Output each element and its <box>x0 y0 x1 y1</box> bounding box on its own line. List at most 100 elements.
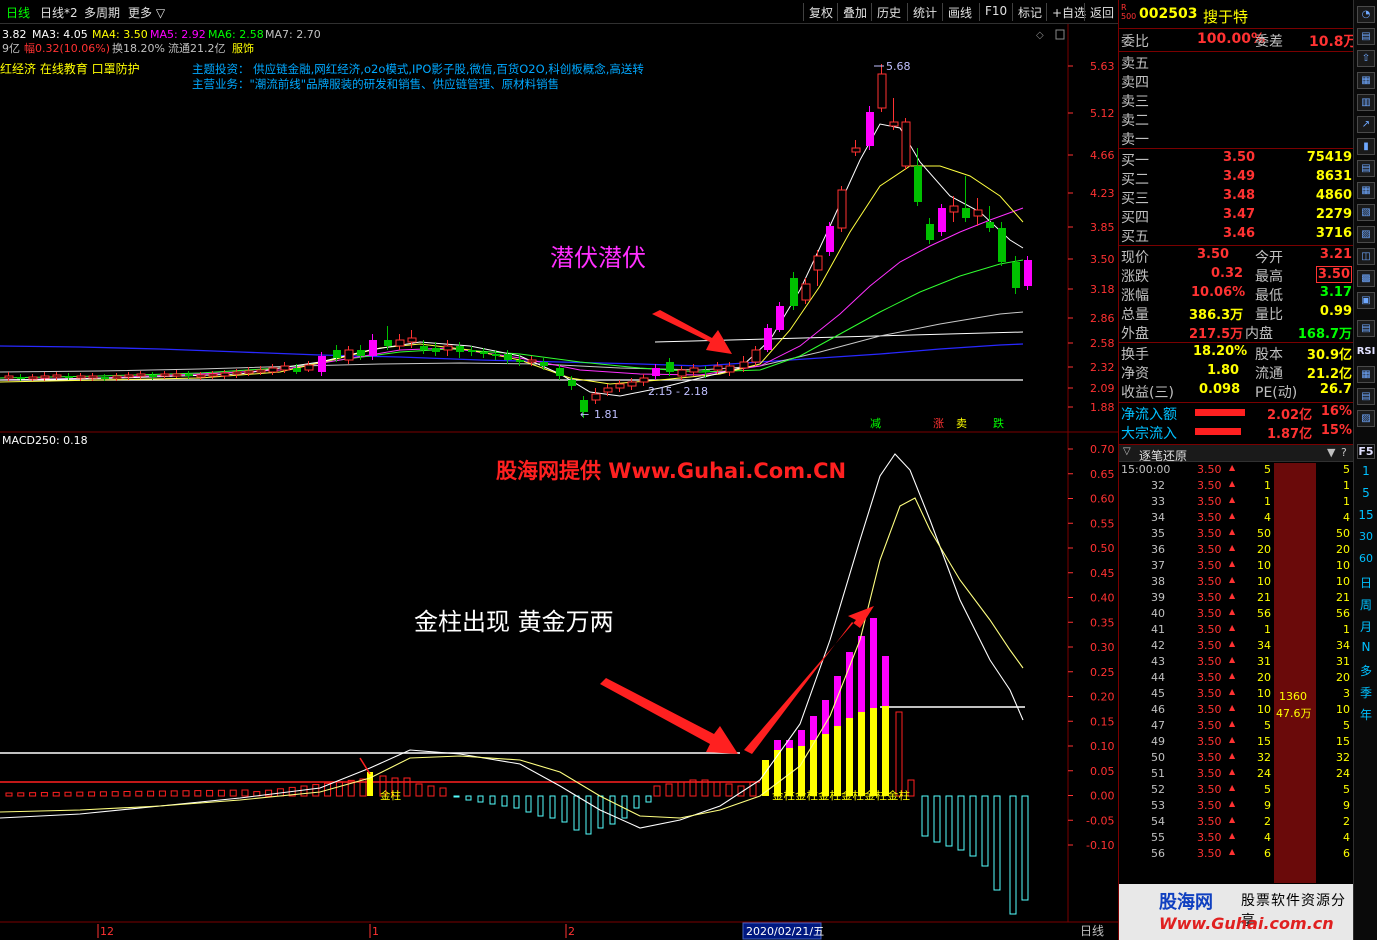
sell5-row[interactable]: 卖五 <box>1119 53 1354 72</box>
rsi-tab[interactable]: RSI <box>1354 346 1377 357</box>
f10-button[interactable]: F10 <box>979 3 1012 21</box>
tick-row[interactable]: 38 3.50 ▲ 10 10 <box>1119 575 1354 591</box>
candle-body <box>639 377 649 383</box>
candle-body <box>124 374 134 378</box>
tick-row[interactable]: 49 3.50 ▲ 15 15 <box>1119 735 1354 751</box>
toolbar-icon-4[interactable]: ▦ <box>1357 72 1375 89</box>
overlay-button[interactable]: 叠加 <box>837 3 872 21</box>
period-week-tab[interactable]: 周 <box>1354 596 1377 613</box>
toolbar-icon-3[interactable]: ⇧ <box>1357 50 1375 67</box>
candle-body <box>516 360 524 362</box>
tick-row[interactable]: 50 3.50 ▲ 32 32 <box>1119 751 1354 767</box>
square-icon[interactable] <box>1055 29 1065 40</box>
toolbar-icon-17[interactable]: ▤ <box>1357 388 1375 405</box>
back-button[interactable]: 返回 <box>1084 3 1119 21</box>
diamond-icon[interactable]: ◇ <box>1036 30 1044 41</box>
tick-row[interactable]: 44 3.50 ▲ 20 20 <box>1119 671 1354 687</box>
sell4-row[interactable]: 卖四 <box>1119 72 1354 91</box>
period-year-tab[interactable]: 年 <box>1354 706 1377 723</box>
period-15-tab[interactable]: 15 <box>1354 508 1377 522</box>
tick-row[interactable]: 47 3.50 ▲ 5 5 <box>1119 719 1354 735</box>
candle-icon[interactable]: ▮ <box>1357 138 1375 155</box>
period-month-tab[interactable]: 月 <box>1354 618 1377 635</box>
tick-row[interactable]: 15:00:00 3.50 ▲ 5 5 <box>1119 463 1354 479</box>
macd-bar <box>206 789 214 797</box>
toolbar-icon-1[interactable]: ◔ <box>1357 6 1375 23</box>
tick-row[interactable]: 40 3.50 ▲ 56 56 <box>1119 607 1354 623</box>
tick-row[interactable]: 36 3.50 ▲ 20 20 <box>1119 543 1354 559</box>
buy1-row[interactable]: 买一 3.50 75419 <box>1119 150 1354 169</box>
help-icon[interactable]: ? <box>1341 446 1347 459</box>
period-day-tab[interactable]: 日 <box>1354 574 1377 591</box>
tick-row[interactable]: 42 3.50 ▲ 34 34 <box>1119 639 1354 655</box>
toolbar-icon-10[interactable]: ▧ <box>1357 204 1375 221</box>
multi-period-tab[interactable]: 多周期 <box>84 4 120 21</box>
period-1-tab[interactable]: 1 <box>1354 464 1377 478</box>
filter-icon[interactable]: ▼ <box>1327 446 1335 459</box>
tick-row[interactable]: 35 3.50 ▲ 50 50 <box>1119 527 1354 543</box>
toolbar-icon-11[interactable]: ▨ <box>1357 226 1375 243</box>
buy3-row[interactable]: 买三 3.48 4860 <box>1119 188 1354 207</box>
tick-row[interactable]: 33 3.50 ▲ 1 1 <box>1119 495 1354 511</box>
stats-button[interactable]: 统计 <box>907 3 942 21</box>
tick-row[interactable]: 56 3.50 ▲ 6 6 <box>1119 847 1354 863</box>
tick-row[interactable]: 54 3.50 ▲ 2 2 <box>1119 815 1354 831</box>
period-multi-tab[interactable]: 多 <box>1354 662 1377 679</box>
buy4-row[interactable]: 买四 3.47 2279 <box>1119 207 1354 226</box>
period-30-tab[interactable]: 30 <box>1354 530 1377 543</box>
toolbar-icon-12[interactable]: ◫ <box>1357 248 1375 265</box>
period-n-tab[interactable]: N <box>1354 640 1377 654</box>
tick-row[interactable]: 52 3.50 ▲ 5 5 <box>1119 783 1354 799</box>
toolbar-icon-15[interactable]: ▤ <box>1357 320 1375 337</box>
history-button[interactable]: 历史 <box>871 3 906 21</box>
mark-button[interactable]: 标记 <box>1012 3 1047 21</box>
sell2-row[interactable]: 卖二 <box>1119 110 1354 129</box>
tick-row[interactable]: 39 3.50 ▲ 21 21 <box>1119 591 1354 607</box>
period-60-tab[interactable]: 60 <box>1354 552 1377 565</box>
tick-row[interactable]: 51 3.50 ▲ 24 24 <box>1119 767 1354 783</box>
macd-tick: 0.50 <box>1090 542 1115 555</box>
tick-row[interactable]: 53 3.50 ▲ 9 9 <box>1119 799 1354 815</box>
quote-row-turnover: 换手 18.20% 股本 30.9亿 <box>1121 344 1352 363</box>
buy5-row[interactable]: 买五 3.46 3716 <box>1119 226 1354 245</box>
candle-body <box>851 147 861 153</box>
tick-row[interactable]: 43 3.50 ▲ 31 31 <box>1119 655 1354 671</box>
toolbar-icon-14[interactable]: ▣ <box>1357 292 1375 309</box>
ticks-header[interactable]: ▽ 逐笔还原 ▼ ? <box>1119 444 1354 463</box>
sell1-row[interactable]: 卖一 <box>1119 129 1354 148</box>
candle-body <box>101 377 109 379</box>
toolbar-icon-5[interactable]: ▥ <box>1357 94 1375 111</box>
macd-bar <box>64 791 72 797</box>
f5-tab[interactable]: F5 <box>1357 444 1375 459</box>
tick-row[interactable]: 34 3.50 ▲ 4 4 <box>1119 511 1354 527</box>
tick-row[interactable]: 37 3.50 ▲ 10 10 <box>1119 559 1354 575</box>
tick-row[interactable]: 45 3.50 ▲ 10 3 <box>1119 687 1354 703</box>
price-tick: 1.88 <box>1090 401 1115 414</box>
restore-rights-button[interactable]: 复权 <box>803 3 838 21</box>
macd-tick: 0.70 <box>1090 443 1115 456</box>
up-arrow-icon: ▲ <box>1229 511 1236 520</box>
tick-row[interactable]: 55 3.50 ▲ 4 4 <box>1119 831 1354 847</box>
indicator-tab[interactable]: 日线*2 <box>40 4 78 21</box>
toolbar-icon-8[interactable]: ▤ <box>1357 160 1375 177</box>
tick-row[interactable]: 32 3.50 ▲ 1 1 <box>1119 479 1354 495</box>
line-chart-icon[interactable]: ↗ <box>1357 116 1375 133</box>
period-5-tab[interactable]: 5 <box>1354 486 1377 500</box>
sell3-row[interactable]: 卖三 <box>1119 91 1354 110</box>
toolbar-icon-18[interactable]: ▨ <box>1357 410 1375 427</box>
period-quarter-tab[interactable]: 季 <box>1354 684 1377 701</box>
draw-line-button[interactable]: 画线 <box>942 3 977 21</box>
toolbar-icon-16[interactable]: ▦ <box>1357 366 1375 383</box>
toolbar-icon-9[interactable]: ▦ <box>1357 182 1375 199</box>
svg-text:2: 2 <box>568 925 575 938</box>
up-arrow-icon: ▲ <box>1229 783 1236 792</box>
tick-row[interactable]: 46 3.50 ▲ 10 10 <box>1119 703 1354 719</box>
kline-chart[interactable]: 3.82 MA3: 4.05 MA4: 3.50 MA5: 2.92 MA6: … <box>0 0 1118 940</box>
buy2-row[interactable]: 买二 3.49 8631 <box>1119 169 1354 188</box>
macd-bar <box>477 795 484 803</box>
tick-row[interactable]: 41 3.50 ▲ 1 1 <box>1119 623 1354 639</box>
period-tab[interactable]: 日线 <box>6 4 30 21</box>
toolbar-icon-2[interactable]: ▤ <box>1357 28 1375 45</box>
more-menu[interactable]: 更多 ▽ <box>128 4 165 21</box>
toolbar-icon-13[interactable]: ▩ <box>1357 270 1375 287</box>
